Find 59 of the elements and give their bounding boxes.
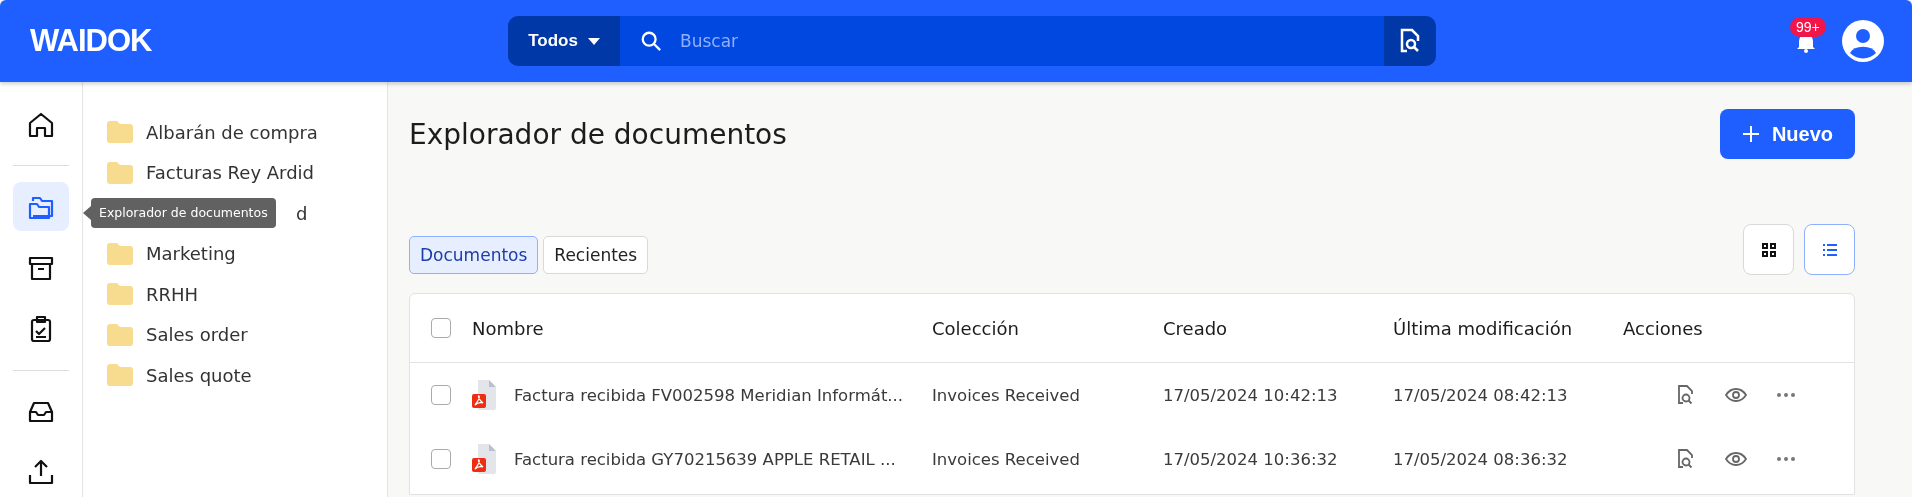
avatar-icon[interactable]	[1842, 20, 1884, 62]
search-icon	[640, 30, 662, 52]
document-search-icon[interactable]	[1677, 449, 1695, 469]
grid-view-button[interactable]	[1743, 224, 1794, 275]
folder-icon	[107, 283, 133, 306]
column-header[interactable]: Colección	[932, 317, 1019, 339]
table-cell[interactable]: Factura recibida FV002598 Meridian Informát...	[514, 385, 904, 405]
list-view-button[interactable]	[1804, 224, 1855, 275]
folder-item[interactable]: Facturas Rey Ardid	[146, 162, 315, 184]
document-search-icon	[1398, 28, 1422, 54]
grid-icon	[1760, 241, 1777, 258]
folder-item[interactable]: Sales quote	[146, 364, 252, 386]
document-search-icon[interactable]	[1677, 385, 1695, 405]
more-icon[interactable]	[1777, 457, 1795, 461]
tooltip-pointer	[83, 206, 91, 220]
checkbox[interactable]	[431, 318, 451, 338]
scope-dropdown[interactable]: Todos	[508, 16, 620, 66]
folder-icon	[107, 364, 133, 387]
pdf-file-icon	[472, 380, 498, 410]
document-search-button[interactable]	[1384, 16, 1436, 66]
plus-icon	[1741, 125, 1760, 143]
column-header[interactable]: Última modificación	[1393, 317, 1573, 339]
tab[interactable]: Documentos	[409, 236, 539, 274]
pdf-file-icon	[472, 444, 498, 474]
table-cell: 17/05/2024 10:42:13	[1163, 385, 1338, 405]
folder-item[interactable]: Sales order	[146, 324, 248, 346]
search-field[interactable]: Buscar	[620, 16, 1384, 66]
table-cell[interactable]: Factura recibida GY70215639 APPLE RETAIL ...	[514, 449, 896, 469]
folder-item[interactable]: RRHH	[146, 283, 199, 305]
folders-nav-button[interactable]	[13, 182, 69, 232]
more-icon[interactable]	[1777, 393, 1795, 397]
folder-icon	[107, 242, 133, 265]
folder-icon	[107, 323, 133, 346]
column-header[interactable]: Nombre	[472, 317, 544, 339]
search-input[interactable]: Buscar	[678, 30, 1384, 52]
page-title: Explorador de documentos	[409, 117, 787, 151]
list-icon	[1821, 241, 1838, 258]
table-cell: 17/05/2024 08:36:32	[1393, 449, 1568, 469]
caret-icon	[587, 37, 600, 45]
folder-icon	[107, 121, 133, 144]
folder-item[interactable]: Marketing	[146, 243, 236, 265]
table-cell: 17/05/2024 08:42:13	[1393, 385, 1568, 405]
table-cell: Invoices Received	[932, 385, 1080, 405]
eye-icon[interactable]	[1725, 451, 1747, 467]
new-button[interactable]: Nuevo	[1719, 109, 1855, 159]
tooltip: Explorador de documentos	[91, 198, 276, 228]
table-cell: 17/05/2024 10:36:32	[1163, 449, 1338, 469]
logo[interactable]: WAIDOK	[30, 23, 508, 59]
table-cell: Invoices Received	[932, 449, 1080, 469]
notification-badge: 99+	[1790, 17, 1826, 37]
folder-item[interactable]: Albarán de compra	[146, 121, 318, 143]
eye-icon[interactable]	[1725, 387, 1747, 403]
column-header[interactable]: Creado	[1163, 317, 1228, 339]
checkbox[interactable]	[431, 385, 451, 405]
folder-icon	[107, 161, 133, 184]
column-header[interactable]: Acciones	[1623, 317, 1703, 339]
tab[interactable]: Recientes	[543, 236, 649, 274]
checkbox[interactable]	[431, 449, 451, 469]
folder-item[interactable]: d	[296, 202, 308, 224]
